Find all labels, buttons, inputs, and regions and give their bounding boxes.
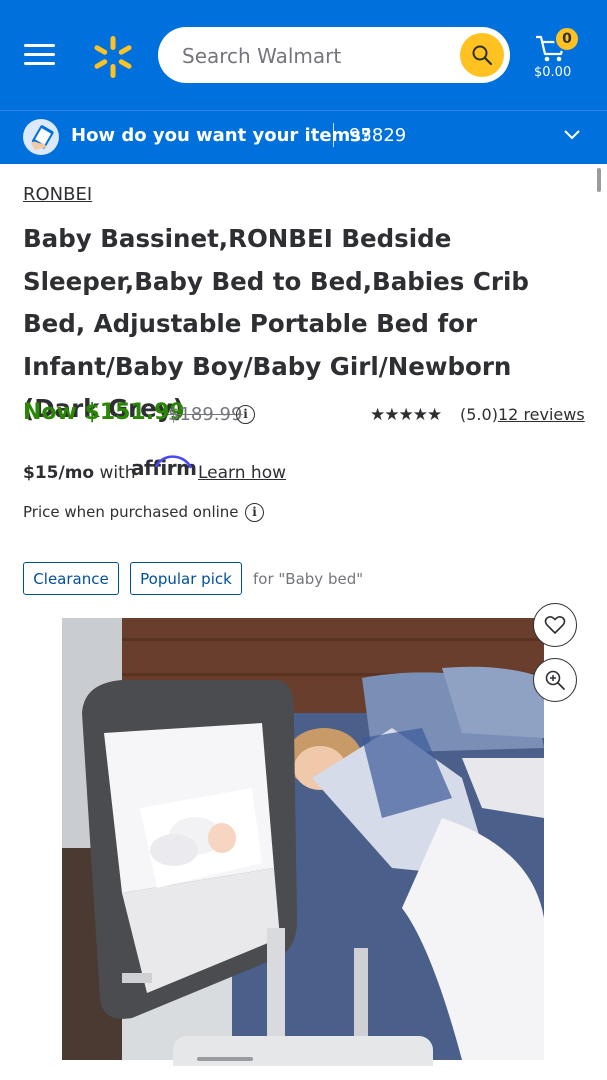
learn-how-link[interactable]: Learn how (198, 463, 286, 483)
cart-button[interactable]: 0 $0.00 (528, 26, 580, 86)
product-image[interactable] (62, 618, 544, 1060)
rating-value: (5.0) (460, 405, 498, 424)
rating-stars: ★★★★★ (370, 405, 442, 425)
affirm-arc-icon (154, 455, 193, 469)
reviews-link[interactable]: 12 reviews (498, 405, 585, 424)
search-button[interactable] (460, 33, 504, 77)
top-header: 0 $0.00 (0, 0, 607, 110)
monthly-amount: $15/mo (23, 463, 95, 483)
fulfillment-selector[interactable]: How do you want your items? 95829 (0, 110, 607, 164)
price-info-icon[interactable]: i (236, 405, 255, 424)
monthly-payment: $15/mo with (23, 463, 136, 483)
heart-icon (544, 616, 566, 635)
fulfillment-icon (23, 119, 59, 155)
divider (333, 123, 334, 147)
zip-code: 95829 (349, 125, 407, 146)
zoom-button[interactable] (533, 658, 577, 702)
chevron-down-icon (564, 130, 580, 140)
search-icon (472, 45, 493, 66)
tag-popular-pick[interactable]: Popular pick (130, 562, 242, 595)
tag-context: for "Baby bed" (253, 570, 364, 588)
tag-clearance[interactable]: Clearance (23, 562, 119, 595)
zoom-in-icon (545, 670, 565, 690)
brand-link[interactable]: RONBEI (23, 184, 92, 205)
menu-icon[interactable] (24, 42, 56, 68)
current-price: Now $151.99 (23, 400, 185, 425)
favorite-button[interactable] (533, 603, 577, 647)
cart-total: $0.00 (534, 65, 572, 80)
search-bar (158, 27, 510, 83)
price-note-info-icon[interactable]: i (245, 503, 264, 522)
price-note: Price when purchased online (23, 503, 239, 521)
scrollbar[interactable] (597, 168, 601, 192)
search-input[interactable] (180, 37, 454, 75)
cart-count-badge: 0 (554, 26, 580, 52)
product-title: Baby Bassinet,RONBEI Bedside Sleeper,Bab… (23, 224, 529, 423)
fulfillment-prompt: How do you want your items? (71, 125, 372, 146)
original-price: $189.99 (168, 404, 243, 425)
bottom-sheet-handle[interactable] (173, 1036, 433, 1066)
walmart-spark-logo[interactable] (90, 34, 136, 80)
